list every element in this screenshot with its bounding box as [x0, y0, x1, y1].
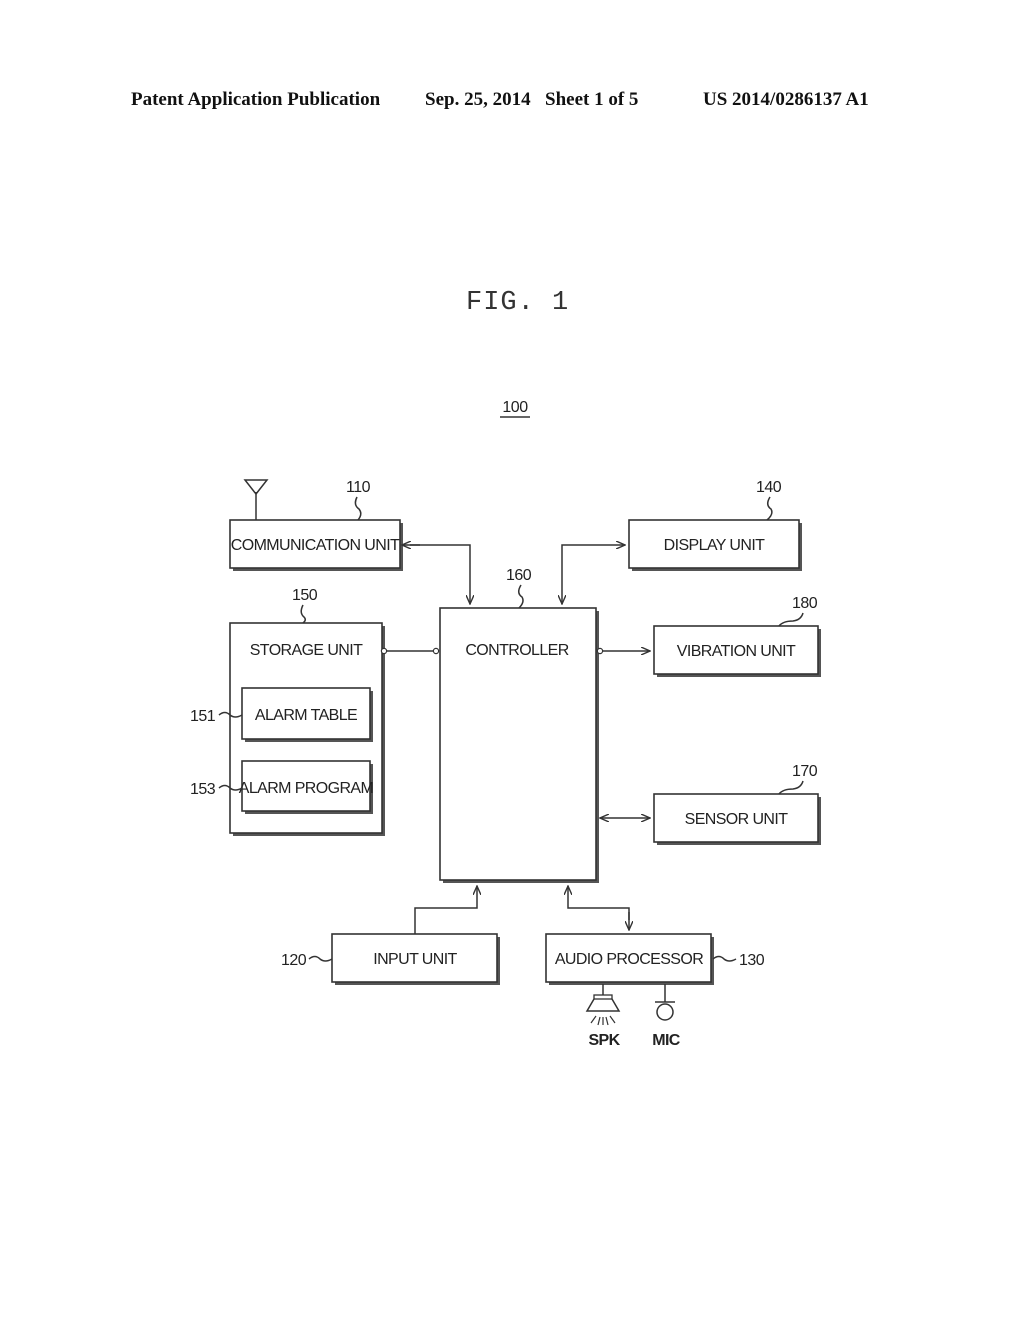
- communication-unit-block: COMMUNICATION UNIT: [229, 519, 403, 571]
- alarm-program-block: ALARM PROGRAM: [239, 760, 374, 814]
- input-unit-label: INPUT UNIT: [373, 951, 457, 968]
- block-diagram: 100 COMMUNICATION UNIT 110 DISPLAY UNIT …: [190, 399, 821, 1049]
- communication-unit-ref: 110: [346, 479, 371, 496]
- microphone-icon: [655, 984, 675, 1021]
- audio-controller-link: [568, 886, 630, 920]
- ref-leader: [518, 584, 524, 609]
- audio-processor-block: AUDIO PROCESSOR: [545, 933, 714, 985]
- input-unit-ref: 120: [281, 952, 307, 969]
- audio-processor-label: AUDIO PROCESSOR: [555, 951, 703, 968]
- alarm-table-ref: 151: [190, 708, 216, 725]
- microphone-label: MIC: [652, 1032, 681, 1049]
- sensor-unit-block: SENSOR UNIT: [653, 793, 821, 845]
- ref-leader: [766, 496, 773, 521]
- sensor-unit-label: SENSOR UNIT: [685, 811, 789, 828]
- communication-unit-label: COMMUNICATION UNIT: [231, 537, 400, 554]
- device-ref: 100: [502, 399, 528, 416]
- input-controller-link: [414, 886, 477, 934]
- alarm-table-block: ALARM TABLE: [241, 687, 373, 742]
- vibration-unit-label: VIBRATION UNIT: [677, 643, 796, 660]
- ref-leader: [354, 496, 362, 521]
- alarm-program-label: ALARM PROGRAM: [239, 780, 374, 797]
- vibration-unit-block: VIBRATION UNIT: [653, 625, 821, 677]
- ref-leader: [300, 604, 307, 624]
- display-unit-label: DISPLAY UNIT: [664, 537, 766, 554]
- ref-leader: [712, 955, 737, 962]
- comm-controller-link: [410, 544, 470, 604]
- vibration-unit-ref: 180: [792, 595, 818, 612]
- antenna-icon: [243, 479, 269, 520]
- controller-label: CONTROLLER: [465, 642, 568, 659]
- storage-unit-ref: 150: [292, 587, 318, 604]
- alarm-table-label: ALARM TABLE: [255, 707, 357, 724]
- speaker-label: SPK: [588, 1032, 620, 1049]
- input-unit-block: INPUT UNIT: [331, 933, 500, 985]
- ref-leader: [778, 780, 804, 795]
- display-unit-ref: 140: [756, 479, 782, 496]
- storage-unit-label: STORAGE UNIT: [250, 642, 363, 659]
- audio-processor-ref: 130: [739, 952, 765, 969]
- speaker-icon: [585, 984, 621, 1026]
- controller-display-link: [561, 545, 625, 560]
- sensor-unit-ref: 170: [792, 763, 818, 780]
- controller-block: CONTROLLER: [439, 607, 599, 883]
- display-unit-block: DISPLAY UNIT: [628, 519, 802, 571]
- ref-leader: [308, 955, 333, 962]
- ref-leader: [778, 612, 804, 627]
- alarm-program-ref: 153: [190, 781, 216, 798]
- controller-ref: 160: [506, 567, 532, 584]
